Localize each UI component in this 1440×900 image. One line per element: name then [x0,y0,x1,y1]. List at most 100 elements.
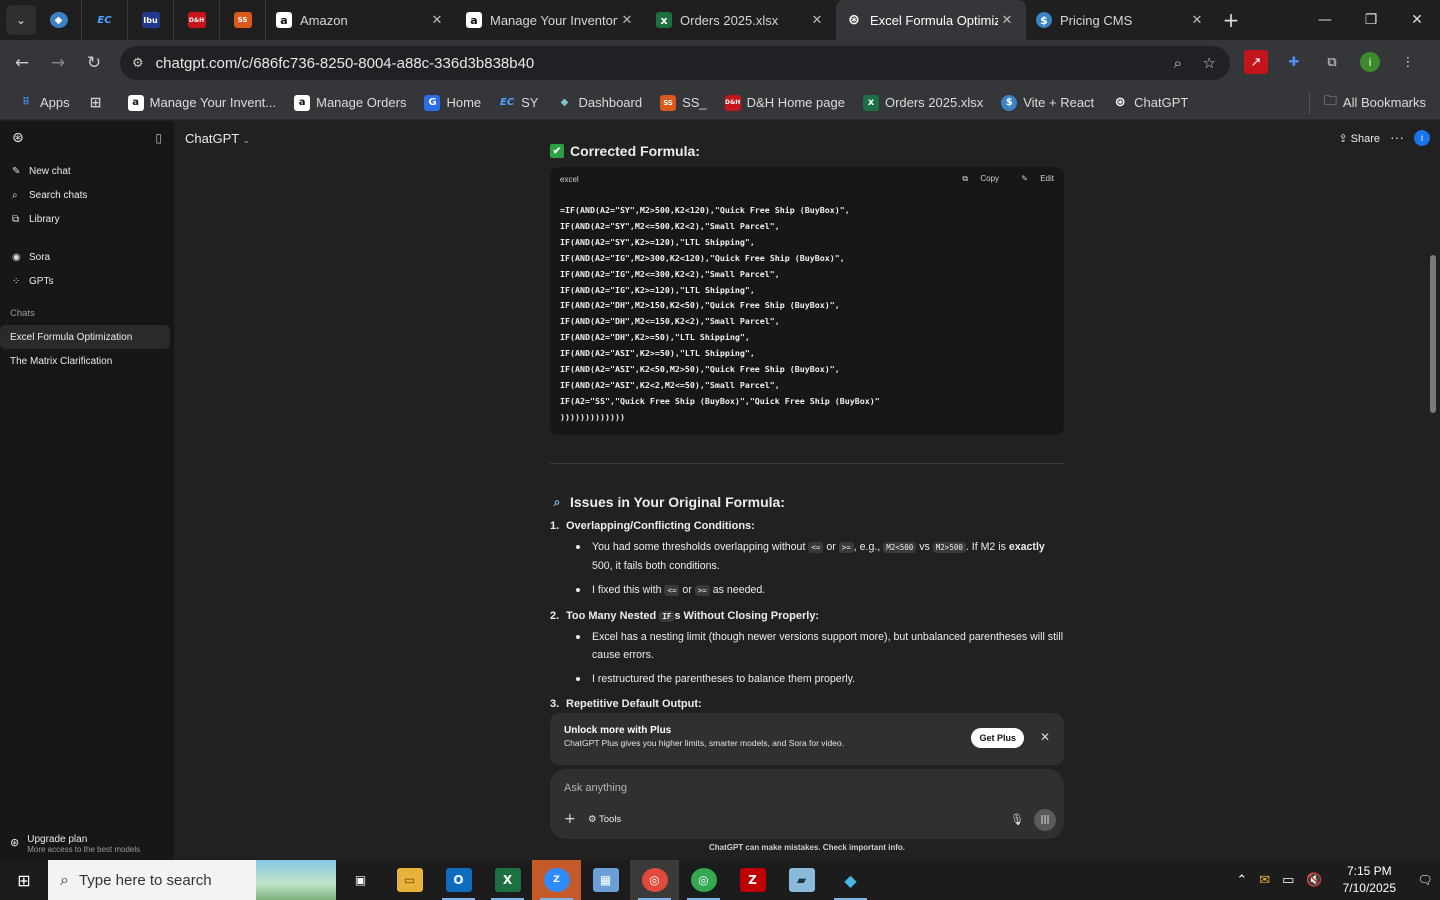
edit-button[interactable]: ✎ Edit [1011,174,1054,183]
tab-search-button[interactable]: ⌄ [6,5,36,35]
sidebar-item-new-chat[interactable]: ✎ New chat [0,159,174,183]
bookmark-sy[interactable]: EC SY [499,95,538,111]
sidebar-item-sora[interactable]: ◉ Sora [0,245,174,269]
pinned-tab-ec[interactable]: EC [82,0,128,40]
copy-button[interactable]: ⧉ Copy [952,174,999,183]
bookmark-dashboard[interactable]: ◆ Dashboard [556,95,642,111]
close-icon[interactable]: ✕ [1188,13,1206,28]
puzzle-icon[interactable]: ⧉ [1320,50,1344,74]
chrome-profile-icon[interactable]: ◎ [679,860,728,900]
search-icon: ⌕ [60,870,69,889]
tab-amazon[interactable]: a Amazon ✕ [266,0,456,40]
close-icon[interactable]: ✕ [998,13,1016,28]
sidebar-toggle-icon[interactable]: ▯ [155,131,162,145]
mic-icon[interactable]: 🎙 [1010,813,1024,826]
close-icon[interactable]: ✕ [1040,730,1050,744]
extension-icon[interactable]: ✚ [1282,50,1306,74]
bookmark-apps[interactable]: ⠿ Apps [18,95,70,111]
bookmark-star-icon[interactable]: ☆ [1203,54,1216,72]
list-item: I fixed this with <= or >= as needed. [550,581,1064,600]
dollar-icon: $ [1001,94,1018,111]
mail-icon[interactable]: ✉ [1259,873,1270,888]
share-button[interactable]: ⇪ Share [1338,132,1380,145]
amazon-icon: a [127,94,144,111]
menu-icon[interactable]: ⋮ [1396,50,1420,74]
app-icon[interactable]: ◆ [826,860,875,900]
new-tab-button[interactable]: + [1216,8,1246,32]
code-content: =IF(AND(A2="SY",M2>500,K2<120),"Quick Fr… [560,205,880,422]
close-window-icon[interactable]: ✕ [1394,0,1440,40]
amazon-icon: a [294,94,311,111]
speaker-muted-icon[interactable]: 🔇 [1306,873,1322,888]
close-icon[interactable]: ✕ [618,13,636,28]
get-plus-button[interactable]: Get Plus [971,728,1024,748]
excel-icon[interactable]: X [483,860,532,900]
chevron-up-icon[interactable]: ⌃ [1236,873,1247,888]
upgrade-plan[interactable]: ⊛ Upgrade plan More access to the best m… [10,834,140,854]
more-options-icon[interactable]: ··· [1390,129,1404,145]
bookmark-dh-home[interactable]: D&H D&H Home page [724,94,845,111]
list-item: 1. Overlapping/Conflicting Conditions: [550,520,755,532]
back-icon[interactable]: ← [4,53,40,73]
chrome-icon[interactable]: ◎ [630,860,679,900]
bookmark-manage-inventory[interactable]: a Manage Your Invent... [127,94,276,111]
zoom-app-icon[interactable]: Z [532,860,581,900]
minimize-icon[interactable]: — [1302,0,1348,40]
close-icon[interactable]: ✕ [808,13,826,28]
network-icon[interactable]: ▭ [1282,873,1294,888]
task-view-icon[interactable]: ▣ [336,860,385,900]
bookmark-ss[interactable]: SS SS_ [660,94,707,111]
all-bookmarks[interactable]: 🗀 All Bookmarks [1308,91,1426,114]
tab-excel-formula[interactable]: ⊛ Excel Formula Optimiz ✕ [836,0,1026,40]
bookmark-home[interactable]: G Home [424,94,481,111]
pinned-tab-1[interactable]: ◆ [36,0,82,40]
scrollbar[interactable] [1430,255,1436,413]
share-icon: ⇪ [1338,132,1348,145]
model-selector[interactable]: ChatGPT ⌄ [185,131,250,146]
chevron-down-icon: ⌄ [242,135,251,145]
reload-icon[interactable]: ↻ [76,53,112,73]
address-bar[interactable]: ⚙ chatgpt.com/c/686fc736-8250-8004-a88c-… [120,46,1230,80]
acrobat-icon[interactable]: ↗ [1244,50,1268,74]
tab-orders-xlsx[interactable]: x Orders 2025.xlsx ✕ [646,0,836,40]
pinned-tab-ss[interactable]: SS [220,0,266,40]
chat-item-matrix[interactable]: The Matrix Clarification [0,349,170,373]
pinned-tab-ibu[interactable]: Ibu [128,0,174,40]
site-info-icon[interactable]: ⚙ [132,56,144,71]
taskbar-search[interactable]: ⌕ Type here to search [48,860,336,900]
bookmark-chatgpt[interactable]: ⊛ ChatGPT [1112,95,1189,111]
tab-pricing-cms[interactable]: $ Pricing CMS ✕ [1026,0,1216,40]
chat-item-excel-formula[interactable]: Excel Formula Optimization [0,325,170,349]
voice-mode-icon[interactable]: ||| [1034,809,1056,831]
filezilla-icon[interactable]: Z [728,860,777,900]
tools-button[interactable]: ⚙ Tools [588,814,621,825]
calculator-icon[interactable]: ▦ [581,860,630,900]
forward-icon[interactable]: → [40,53,76,73]
list-item: I restructured the parentheses to balanc… [550,670,1064,688]
sidebar-item-gpts[interactable]: ⁘ GPTs [0,269,174,293]
openai-logo-icon[interactable]: ⊛ [12,130,24,146]
outlook-icon[interactable]: O [434,860,483,900]
profile-avatar[interactable]: i [1358,50,1382,74]
clock[interactable]: 7:15 PM 7/10/2025 [1343,863,1396,897]
code-block: excel ⧉ Copy ✎ Edit =IF(AND(A2="SY",M2>5… [550,167,1064,435]
bookmark-orders-xlsx[interactable]: x Orders 2025.xlsx [862,94,983,111]
file-explorer-icon[interactable]: ▭ [385,860,434,900]
ibu-icon: Ibu [141,12,160,28]
message-input[interactable]: Ask anything [564,782,627,794]
plus-icon[interactable]: + [564,811,576,827]
windows-start-icon[interactable]: ⊞ [0,860,48,900]
sidebar-item-library[interactable]: ⧉ Library [0,207,174,231]
avatar[interactable]: i [1414,130,1430,146]
tab-groups-icon[interactable]: ⊞ [88,95,110,111]
sidebar-item-search-chats[interactable]: ⌕ Search chats [0,183,174,207]
close-icon[interactable]: ✕ [428,13,446,28]
zoom-icon[interactable]: ⌕ [1174,54,1182,72]
bookmark-manage-orders[interactable]: a Manage Orders [294,94,406,111]
restore-icon[interactable]: ❐ [1348,0,1394,40]
notification-icon[interactable]: 🗨 [1410,860,1440,900]
bookmark-vite-react[interactable]: $ Vite + React [1001,94,1094,111]
notepad-icon[interactable]: ▰ [777,860,826,900]
pinned-tab-dh[interactable]: D&H [174,0,220,40]
tab-manage-inventory[interactable]: a Manage Your Inventory ✕ [456,0,646,40]
